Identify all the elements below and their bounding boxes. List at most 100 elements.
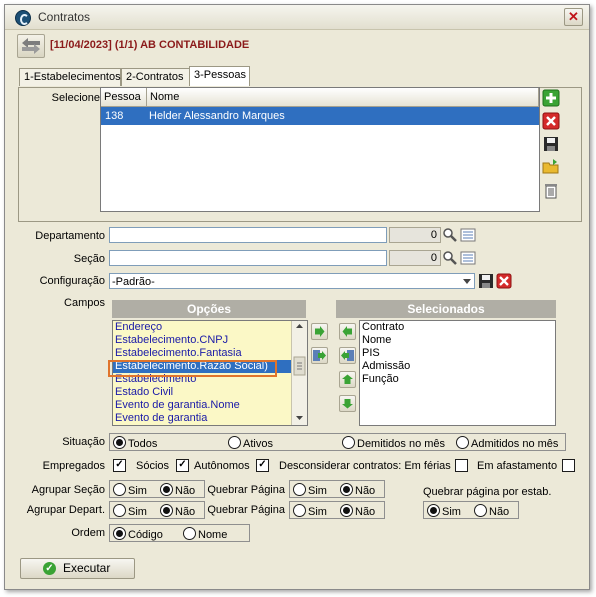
opcoes-scrollbar[interactable]: [291, 321, 307, 425]
open-folder-icon[interactable]: [542, 158, 560, 176]
radio-nao[interactable]: Não: [160, 504, 195, 518]
search-icon[interactable]: [442, 250, 458, 266]
radio-label: Admitidos no mês: [471, 438, 559, 450]
selecione-label: Selecione: [51, 92, 100, 104]
move-all-left-icon: [341, 350, 354, 361]
pessoas-grid[interactable]: Pessoa Nome 138 Helder Alessandro Marque…: [100, 87, 540, 212]
column-header-nome[interactable]: Nome: [147, 88, 539, 107]
radio-label: Não: [355, 485, 376, 497]
socios-checkbox[interactable]: ✓: [176, 459, 189, 472]
tab-estabelecimentos[interactable]: 1-Estabelecimentos: [19, 68, 121, 86]
list-item[interactable]: Função: [360, 373, 555, 386]
list-item[interactable]: Estabelecimento.Fantasia: [113, 347, 307, 360]
table-row[interactable]: 138 Helder Alessandro Marques: [101, 107, 539, 125]
close-button[interactable]: ✕: [564, 8, 583, 26]
opcoes-header: Opções: [112, 300, 306, 318]
radio-label: Sim: [128, 506, 147, 518]
app-icon: [15, 10, 31, 26]
secao-label: Seção: [73, 253, 105, 265]
ferias-checkbox[interactable]: [455, 459, 468, 472]
afastamento-checkbox[interactable]: [562, 459, 575, 472]
list-item[interactable]: Evento de garantia.Nome: [113, 399, 307, 412]
secao-field[interactable]: [109, 250, 387, 266]
radio-sim[interactable]: Sim: [427, 504, 461, 518]
radio-circle: [183, 527, 196, 540]
radio-ativos[interactable]: Ativos: [228, 436, 273, 450]
radio-circle: [228, 436, 241, 449]
radio-codigo[interactable]: Código: [113, 527, 163, 541]
search-icon[interactable]: [442, 227, 458, 243]
list-item[interactable]: PIS: [360, 347, 555, 360]
list-icon[interactable]: [460, 227, 476, 243]
list-item[interactable]: Endereço: [113, 321, 307, 334]
radio-nao[interactable]: Não: [160, 483, 195, 497]
radio-nao[interactable]: Não: [340, 483, 375, 497]
configuracao-select[interactable]: -Padrão-: [109, 273, 475, 289]
toolbar: [11/04/2023] (1/1) AB CONTABILIDADE: [15, 33, 583, 59]
quebrar-pagina-label: Quebrar Página: [207, 484, 285, 496]
chevron-down-icon[interactable]: [460, 274, 474, 288]
radio-sim[interactable]: Sim: [113, 483, 147, 497]
delete-icon[interactable]: [542, 112, 560, 130]
radio-nao[interactable]: Não: [474, 504, 509, 518]
autonomos-checkbox[interactable]: ✓: [256, 459, 269, 472]
tab-pessoas[interactable]: 3-Pessoas: [189, 66, 250, 86]
radio-sim[interactable]: Sim: [293, 504, 327, 518]
save-icon[interactable]: [542, 135, 560, 153]
swap-arrows-icon: [22, 38, 40, 54]
secao-code[interactable]: 0: [389, 250, 441, 266]
remove-field-button[interactable]: [339, 323, 356, 340]
list-item[interactable]: Contrato: [360, 321, 555, 334]
radio-circle: [113, 527, 126, 540]
situacao-label: Situação: [62, 436, 105, 448]
cell-nome: Helder Alessandro Marques: [149, 110, 285, 122]
radio-sim[interactable]: Sim: [293, 483, 327, 497]
radio-sim[interactable]: Sim: [113, 504, 147, 518]
title-bar: Contratos ✕: [5, 5, 589, 30]
list-item[interactable]: Admissão: [360, 360, 555, 373]
radio-circle: [113, 436, 126, 449]
departamento-field[interactable]: [109, 227, 387, 243]
delete-icon[interactable]: [496, 273, 512, 289]
radio-admitidos[interactable]: Admitidos no mês: [456, 436, 558, 450]
quebrar-pagina-group: Sim Não: [289, 501, 385, 519]
add-icon[interactable]: [542, 89, 560, 107]
empregados-checkbox[interactable]: ✓: [113, 459, 126, 472]
radio-label: Não: [175, 506, 196, 518]
radio-label: Sim: [308, 485, 327, 497]
remove-all-fields-button[interactable]: [339, 347, 356, 364]
highlight-box: [108, 360, 277, 377]
list-item[interactable]: Estabelecimento.CNPJ: [113, 334, 307, 347]
tab-contratos[interactable]: 2-Contratos: [121, 68, 190, 86]
list-item[interactable]: Estado Civil: [113, 386, 307, 399]
radio-label: Não: [175, 485, 196, 497]
ordem-radio-group: Código Nome: [109, 524, 250, 542]
add-field-button[interactable]: [311, 323, 328, 340]
radio-nome[interactable]: Nome: [183, 527, 227, 541]
radio-todos[interactable]: Todos: [113, 436, 157, 450]
add-all-fields-button[interactable]: [311, 347, 328, 364]
radio-demitidos[interactable]: Demitidos no mês: [342, 436, 445, 450]
move-all-right-icon: [313, 350, 326, 361]
radio-nao[interactable]: Não: [340, 504, 375, 518]
column-header-pessoa[interactable]: Pessoa: [101, 88, 147, 107]
selecionados-list[interactable]: Contrato Nome PIS Admissão Função: [359, 320, 556, 426]
radio-label: Nome: [198, 529, 228, 541]
save-icon[interactable]: [478, 273, 494, 289]
radio-label: Não: [489, 506, 510, 518]
executar-button[interactable]: ✓ Executar: [20, 558, 135, 579]
autonomos-label: Autônomos: [194, 460, 250, 472]
move-down-button[interactable]: [339, 395, 356, 412]
list-icon[interactable]: [460, 250, 476, 266]
radio-circle: [342, 436, 355, 449]
list-item[interactable]: Evento de garantia: [113, 412, 307, 425]
swap-arrows-button[interactable]: [17, 34, 45, 58]
move-up-button[interactable]: [339, 371, 356, 388]
departamento-code[interactable]: 0: [389, 227, 441, 243]
radio-circle: [456, 436, 469, 449]
trash-icon[interactable]: [542, 181, 560, 199]
list-item[interactable]: Nome: [360, 334, 555, 347]
quebrar-pagina-group: Sim Não: [289, 480, 385, 498]
radio-circle: [293, 504, 306, 517]
arrow-right-icon: [315, 326, 325, 337]
